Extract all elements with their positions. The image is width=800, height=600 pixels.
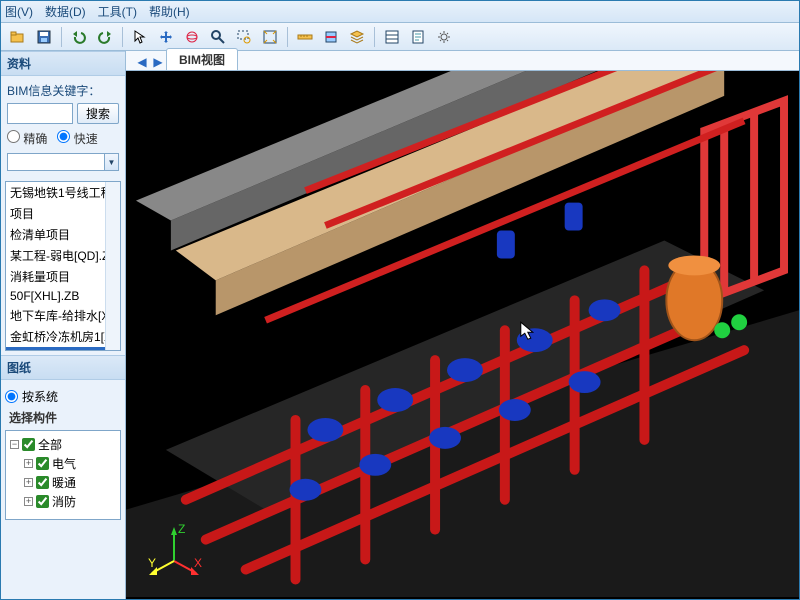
tree-node-root[interactable]: − 全部 [10, 435, 116, 454]
tool-redo-icon[interactable] [94, 26, 116, 48]
tool-pan-icon[interactable] [155, 26, 177, 48]
viewport-area: ◀ ▶ BIM视图 [126, 51, 799, 599]
menu-bar: 图(V) 数据(D) 工具(T) 帮助(H) [1, 1, 799, 23]
list-item[interactable]: 浦三路地铁站[XHL].ZB [6, 347, 120, 351]
search-button[interactable]: 搜索 [77, 103, 119, 124]
tree-node[interactable]: + 消防 [24, 492, 116, 511]
tree-checkbox[interactable] [36, 495, 49, 508]
viewport-3d[interactable]: Z X Y [126, 71, 799, 599]
list-item[interactable]: 无锡地铁1号线工程[Q [6, 182, 120, 203]
filter-dropdown[interactable]: ▼ [7, 153, 119, 171]
select-component-label: 选择构件 [9, 409, 121, 426]
scrollbar[interactable] [105, 182, 120, 350]
tool-undo-icon[interactable] [68, 26, 90, 48]
chevron-down-icon: ▼ [104, 154, 118, 170]
svg-text:X: X [194, 556, 202, 570]
tool-settings-icon[interactable] [433, 26, 455, 48]
tree-checkbox[interactable] [22, 438, 35, 451]
menu-view[interactable]: 图(V) [5, 3, 33, 20]
menu-tools[interactable]: 工具(T) [98, 3, 137, 20]
list-item[interactable]: 某工程-弱电[QD].ZB [6, 245, 120, 266]
radio-exact[interactable]: 精确 [7, 130, 47, 147]
list-item[interactable]: 50F[XHL].ZB [6, 287, 120, 305]
bim-model-scene [126, 71, 799, 597]
list-item[interactable]: 检清单项目 [6, 224, 120, 245]
radio-by-system[interactable]: 按系统 [5, 388, 121, 405]
tool-zoom-fit-icon[interactable] [259, 26, 281, 48]
panel-materials-header: 资料 [1, 51, 125, 76]
menu-help[interactable]: 帮助(H) [149, 3, 190, 20]
tab-next-icon[interactable]: ▶ [150, 54, 166, 70]
tool-report-icon[interactable] [407, 26, 429, 48]
tool-measure-icon[interactable] [294, 26, 316, 48]
tool-open-icon[interactable] [7, 26, 29, 48]
tool-select-icon[interactable] [129, 26, 151, 48]
tool-layers-icon[interactable] [346, 26, 368, 48]
tab-prev-icon[interactable]: ◀ [134, 54, 150, 70]
menu-data[interactable]: 数据(D) [45, 3, 86, 20]
tool-save-icon[interactable] [33, 26, 55, 48]
tree-node[interactable]: + 电气 [24, 454, 116, 473]
radio-fast[interactable]: 快速 [57, 130, 97, 147]
list-item[interactable]: 项目 [6, 203, 120, 224]
tool-zoom-window-icon[interactable] [233, 26, 255, 48]
component-tree[interactable]: − 全部 + 电气 + 暖通 + 消防 [5, 430, 121, 520]
tool-orbit-icon[interactable] [181, 26, 203, 48]
list-item[interactable]: 金虹桥冷冻机房1[XHL [6, 326, 120, 347]
axis-gizmo[interactable]: Z X Y [144, 521, 204, 581]
svg-text:Z: Z [178, 522, 185, 536]
tree-checkbox[interactable] [36, 457, 49, 470]
expand-icon[interactable]: + [24, 497, 33, 506]
expand-icon[interactable]: + [24, 459, 33, 468]
search-input[interactable] [7, 103, 73, 124]
sidebar: 资料 BIM信息关键字： 搜索 精确 快速 ▼ 无锡地铁1号线工程[Q 项目 检… [1, 51, 126, 599]
svg-text:Y: Y [148, 556, 156, 570]
tree-node[interactable]: + 暖通 [24, 473, 116, 492]
list-item[interactable]: 消耗量项目 [6, 266, 120, 287]
search-label: BIM信息关键字： [7, 82, 119, 99]
panel-drawings-header: 图纸 [1, 355, 125, 380]
list-item[interactable]: 地下车库-给排水[XHL] [6, 305, 120, 326]
tool-zoom-icon[interactable] [207, 26, 229, 48]
viewport-tabs: ◀ ▶ BIM视图 [126, 51, 799, 71]
project-list[interactable]: 无锡地铁1号线工程[Q 项目 检清单项目 某工程-弱电[QD].ZB 消耗量项目… [5, 181, 121, 351]
expand-icon[interactable]: + [24, 478, 33, 487]
toolbar [1, 23, 799, 51]
tab-bim-view[interactable]: BIM视图 [166, 48, 238, 70]
tree-checkbox[interactable] [36, 476, 49, 489]
tool-properties-icon[interactable] [381, 26, 403, 48]
collapse-icon[interactable]: − [10, 440, 19, 449]
tool-section-icon[interactable] [320, 26, 342, 48]
